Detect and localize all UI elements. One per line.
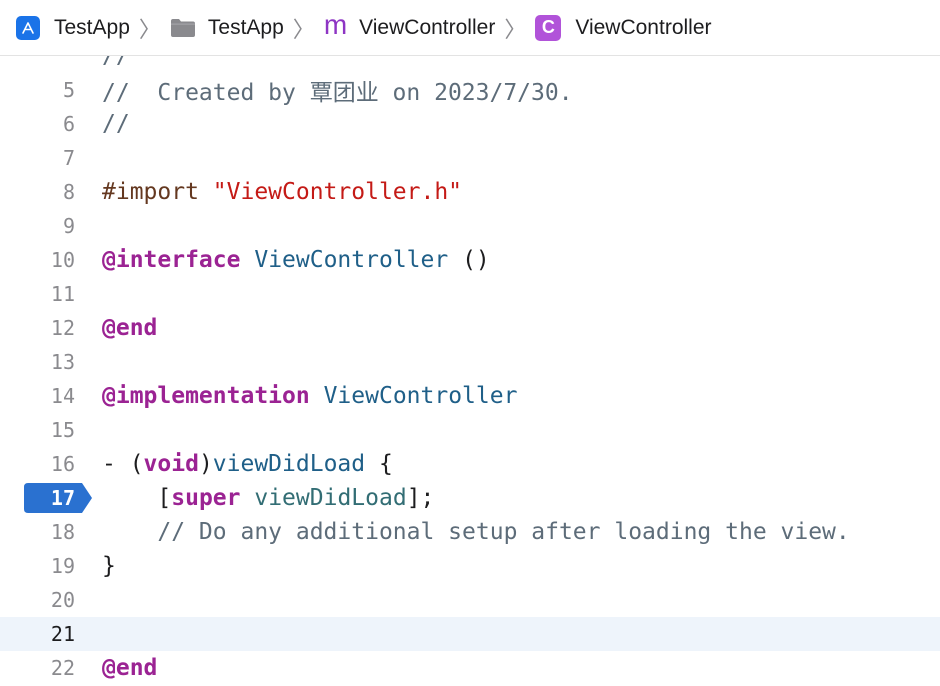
chevron-right-icon: 〉 bbox=[504, 16, 527, 42]
code-token: super bbox=[171, 485, 241, 511]
code-line[interactable]: 6 // bbox=[0, 107, 940, 141]
code-line[interactable]: 8 #import "ViewController.h" bbox=[0, 175, 940, 209]
code-token: () bbox=[448, 247, 490, 273]
code-token: ]; bbox=[406, 485, 435, 511]
code-line[interactable]: 19} bbox=[0, 549, 940, 583]
line-number[interactable]: 22 bbox=[0, 656, 75, 680]
code-text: #import "ViewController.h" bbox=[102, 179, 462, 205]
code-token: "ViewController.h" bbox=[212, 179, 463, 205]
code-token: viewDidLoad bbox=[212, 451, 366, 477]
jumpbar-project-label: TestApp bbox=[54, 15, 130, 39]
code-text: - (void)viewDidLoad { bbox=[102, 451, 393, 477]
line-number[interactable]: 5 bbox=[0, 78, 75, 102]
code-text: [super viewDidLoad]; bbox=[102, 485, 434, 511]
code-line[interactable]: 22 @end bbox=[0, 651, 940, 685]
line-number[interactable]: 8 bbox=[0, 180, 75, 204]
line-number[interactable]: 21 bbox=[0, 622, 75, 646]
line-number[interactable]: 10 bbox=[0, 248, 75, 272]
objc-implementation-icon: m bbox=[323, 8, 348, 40]
line-number[interactable]: 13 bbox=[0, 350, 75, 374]
jumpbar-group[interactable]: TestApp bbox=[170, 8, 284, 48]
code-token: ViewController bbox=[254, 247, 449, 273]
code-token: ) bbox=[198, 451, 213, 477]
code-line[interactable]: 16 - (void)viewDidLoad { bbox=[0, 447, 940, 481]
code-token: { bbox=[365, 451, 393, 477]
line-number[interactable]: 6 bbox=[0, 112, 75, 136]
breakpoint-marker[interactable]: 17 bbox=[24, 483, 92, 513]
jump-bar: TestApp 〉 TestApp 〉 m ViewController 〉 C… bbox=[0, 0, 940, 56]
code-token: @implementation bbox=[102, 383, 310, 409]
code-line[interactable]: 14 @implementation ViewController bbox=[0, 379, 940, 413]
line-number[interactable]: 14 bbox=[0, 384, 75, 408]
code-text: } bbox=[102, 553, 116, 579]
code-token: // bbox=[102, 56, 130, 69]
line-number[interactable]: 18 bbox=[0, 520, 75, 544]
code-text: @end bbox=[102, 655, 157, 681]
code-token: [ bbox=[102, 485, 172, 511]
code-text: // Do any additional setup after loading… bbox=[102, 519, 850, 545]
jumpbar-symbol[interactable]: C ViewController bbox=[535, 8, 712, 48]
code-line[interactable]: // bbox=[0, 56, 940, 73]
code-line[interactable]: 17 [super viewDidLoad]; bbox=[0, 481, 940, 515]
code-line[interactable]: 5 // Created by 覃团业 on 2023/7/30. bbox=[0, 73, 940, 107]
code-line[interactable]: 13 bbox=[0, 345, 940, 379]
code-token: // Created by 覃团业 on 2023/7/30. bbox=[102, 80, 573, 106]
code-text: // Created by 覃团业 on 2023/7/30. bbox=[102, 73, 573, 107]
code-line[interactable]: 10 @interface ViewController () bbox=[0, 243, 940, 277]
code-token: } bbox=[102, 553, 116, 579]
line-number[interactable]: 11 bbox=[0, 282, 75, 306]
jumpbar-file-label: ViewController bbox=[359, 15, 496, 39]
chevron-right-icon: 〉 bbox=[292, 16, 315, 42]
line-number[interactable]: 7 bbox=[0, 146, 75, 170]
code-text: // bbox=[102, 111, 130, 137]
code-token: viewDidLoad bbox=[254, 485, 407, 511]
code-line[interactable]: 20 bbox=[0, 583, 940, 617]
line-number[interactable]: 15 bbox=[0, 418, 75, 442]
jumpbar-project[interactable]: TestApp bbox=[16, 8, 130, 48]
code-token: // Do any additional setup after loading… bbox=[102, 519, 850, 545]
breakpoint-line-number: 17 bbox=[50, 486, 75, 510]
code-token: void bbox=[143, 451, 199, 477]
code-token: #import bbox=[102, 179, 213, 205]
code-token: // bbox=[102, 111, 130, 137]
source-editor[interactable]: // 5 // Created by 覃团业 on 2023/7/30. 6 // 7 8 #… bbox=[0, 56, 940, 686]
jumpbar-file[interactable]: m ViewController bbox=[324, 8, 496, 48]
jumpbar-group-label: TestApp bbox=[207, 15, 284, 39]
line-number[interactable]: 16 bbox=[0, 452, 75, 476]
code-line[interactable]: 12 @end bbox=[0, 311, 940, 345]
folder-icon bbox=[170, 17, 196, 39]
code-line[interactable]: 21 bbox=[0, 617, 940, 651]
code-line[interactable]: 18 // Do any additional setup after load… bbox=[0, 515, 940, 549]
code-token: ViewController bbox=[323, 383, 518, 409]
line-number[interactable]: 20 bbox=[0, 588, 75, 612]
code-token: @end bbox=[102, 655, 158, 681]
code-text: @interface ViewController () bbox=[102, 247, 490, 273]
line-number[interactable]: 9 bbox=[0, 214, 75, 238]
code-line[interactable]: 11 bbox=[0, 277, 940, 311]
line-number[interactable]: 12 bbox=[0, 316, 75, 340]
code-token: - ( bbox=[102, 451, 144, 477]
code-text: @end bbox=[102, 315, 157, 341]
app-icon bbox=[16, 15, 40, 40]
class-icon: C bbox=[535, 14, 562, 41]
code-line[interactable]: 9 bbox=[0, 209, 940, 243]
jumpbar-symbol-label: ViewController bbox=[575, 15, 712, 39]
code-text: @implementation ViewController bbox=[102, 383, 517, 409]
code-token: @interface bbox=[102, 247, 241, 273]
chevron-right-icon: 〉 bbox=[138, 16, 161, 42]
code-line[interactable]: 7 bbox=[0, 141, 940, 175]
code-token: @end bbox=[102, 315, 158, 341]
code-text: // bbox=[102, 56, 130, 69]
code-line[interactable]: 15 bbox=[0, 413, 940, 447]
line-number[interactable]: 19 bbox=[0, 554, 75, 578]
